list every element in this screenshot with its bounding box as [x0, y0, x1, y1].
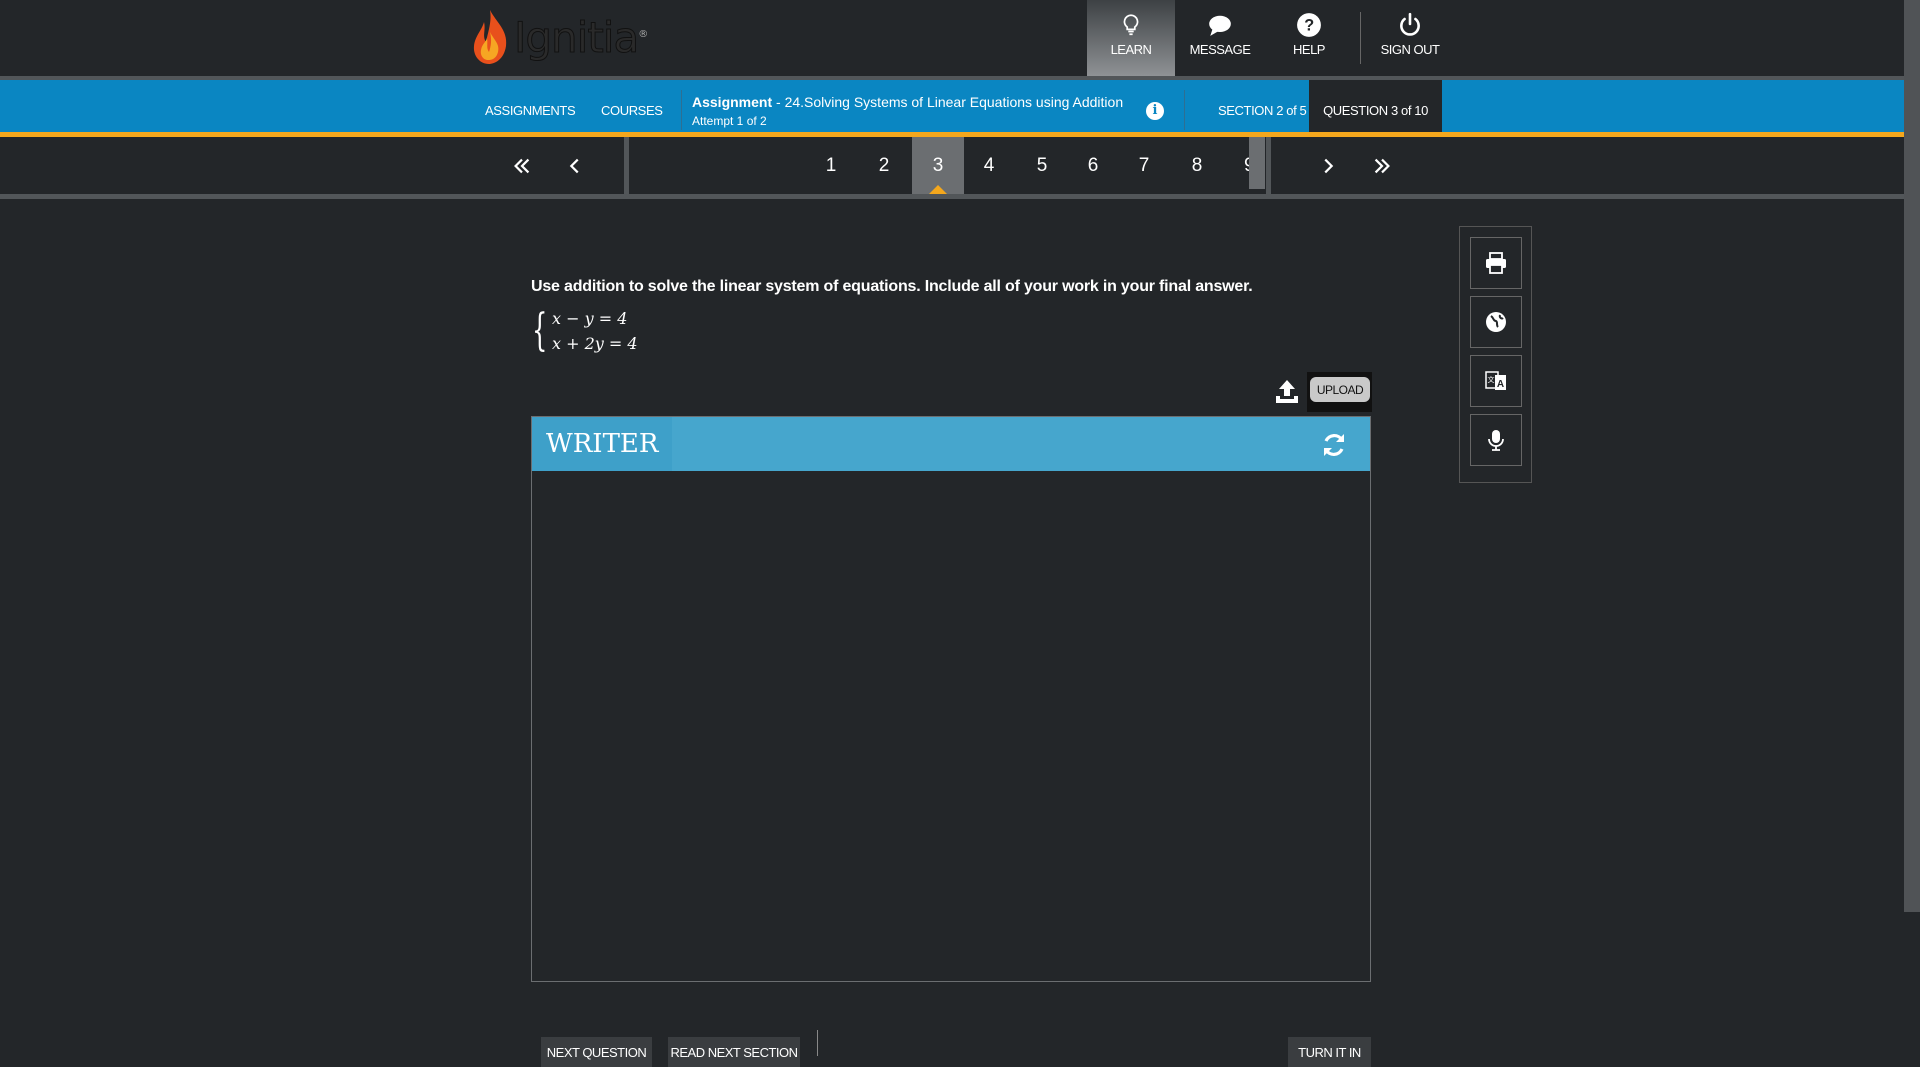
section-indicator[interactable]: SECTION 2 of 5 — [1218, 84, 1307, 136]
bar-divider — [1184, 90, 1185, 130]
nav-sign-out[interactable]: SIGN OUT — [1368, 0, 1452, 76]
nav-sign-out-label: SIGN OUT — [1380, 42, 1440, 57]
top-header: Ignitia® LEARN MESSAGE ? HELP SIGN OUT — [0, 0, 1904, 76]
print-button[interactable] — [1470, 237, 1522, 289]
question-number[interactable]: 8 — [1171, 137, 1223, 194]
chevron-right-icon — [1324, 158, 1334, 173]
question-list-scrollbar[interactable] — [1249, 137, 1265, 189]
nav-message-label: MESSAGE — [1189, 42, 1251, 57]
translate-button[interactable]: A文 — [1470, 355, 1522, 407]
question-number[interactable]: 2 — [858, 137, 910, 194]
footer-divider — [817, 1030, 818, 1056]
nav-divider — [1266, 137, 1271, 194]
question-number[interactable]: 5 — [1016, 137, 1068, 194]
question-nav: 1 2 3 4 5 6 7 8 9 — [0, 137, 1904, 199]
equation-1: x − y = 4 — [552, 309, 628, 328]
bar-divider — [681, 90, 682, 130]
question-number[interactable]: 9 — [1222, 137, 1252, 194]
svg-text:A: A — [1497, 379, 1504, 390]
question-prompt: Use addition to solve the linear system … — [531, 278, 1253, 295]
info-icon[interactable]: i — [1146, 102, 1164, 120]
tools-panel: A文 — [1459, 226, 1532, 483]
courses-link[interactable]: COURSES — [601, 84, 663, 136]
assignment-name: - 24.Solving Systems of Linear Equations… — [772, 94, 1124, 110]
assignment-bar: ASSIGNMENTS COURSES Assignment - 24.Solv… — [0, 76, 1904, 140]
page-scrollbar-thumb[interactable] — [1904, 0, 1920, 912]
nav-help-label: HELP — [1293, 42, 1325, 57]
writer-header: WRITER — [532, 417, 1370, 471]
attempt-text: Attempt 1 of 2 — [692, 114, 767, 128]
writer-title: WRITER — [532, 417, 672, 471]
assignment-title: Assignment - 24.Solving Systems of Linea… — [692, 94, 1123, 110]
next-question-button[interactable] — [1316, 137, 1340, 194]
writer-canvas[interactable] — [532, 471, 1370, 981]
microphone-icon — [1488, 430, 1504, 451]
turn-it-in-button[interactable]: TURN IT IN — [1288, 1037, 1371, 1067]
question-number-active[interactable]: 3 — [912, 137, 964, 194]
power-icon — [1400, 12, 1420, 36]
flame-icon — [473, 10, 507, 64]
printer-icon — [1486, 252, 1506, 274]
question-number[interactable]: 7 — [1118, 137, 1170, 194]
nav-message[interactable]: MESSAGE — [1182, 0, 1258, 76]
first-question-button[interactable] — [510, 137, 534, 194]
question-number[interactable]: 4 — [963, 137, 1015, 194]
upload-icon[interactable] — [1274, 378, 1300, 406]
translate-icon: A文 — [1485, 371, 1506, 390]
chevron-left-icon — [569, 158, 579, 173]
question-circle-icon: ? — [1297, 13, 1321, 37]
ignitia-logo[interactable]: Ignitia® — [470, 8, 648, 66]
question-number[interactable]: 1 — [805, 137, 857, 194]
globe-button[interactable] — [1470, 296, 1522, 348]
nav-learn-label: LEARN — [1110, 42, 1152, 57]
question-number[interactable]: 6 — [1067, 137, 1119, 194]
microphone-button[interactable] — [1470, 414, 1522, 466]
writer-panel: WRITER — [531, 416, 1371, 982]
globe-icon — [1486, 312, 1506, 332]
header-divider — [1360, 12, 1361, 64]
svg-text:文: 文 — [1488, 375, 1495, 384]
brace-symbol: { — [532, 305, 548, 356]
previous-question-button[interactable] — [563, 137, 587, 194]
nav-learn[interactable]: LEARN — [1087, 0, 1175, 76]
refresh-icon[interactable] — [1320, 431, 1348, 459]
lightbulb-icon — [1123, 14, 1139, 36]
speech-bubble-icon — [1209, 15, 1231, 36]
equation-system: { x − y = 4 x + 2y = 4 — [532, 306, 638, 356]
read-next-section-button[interactable]: READ NEXT SECTION — [668, 1037, 800, 1067]
equation-2: x + 2y = 4 — [552, 334, 638, 353]
logo-text: Ignitia® — [513, 12, 648, 62]
next-question-footer-button[interactable]: NEXT QUESTION — [541, 1037, 652, 1067]
assignments-link[interactable]: ASSIGNMENTS — [485, 84, 576, 136]
assignment-label: Assignment — [692, 94, 773, 110]
nav-help[interactable]: ? HELP — [1268, 0, 1350, 76]
nav-divider — [624, 137, 629, 194]
upload-container: UPLOAD — [1307, 372, 1372, 412]
double-chevron-right-icon — [1374, 158, 1390, 173]
double-chevron-left-icon — [514, 158, 530, 173]
last-question-button[interactable] — [1370, 137, 1394, 194]
svg-text:?: ? — [1304, 16, 1313, 34]
upload-button[interactable]: UPLOAD — [1310, 377, 1370, 402]
question-indicator[interactable]: QUESTION 3 of 10 — [1309, 80, 1442, 140]
